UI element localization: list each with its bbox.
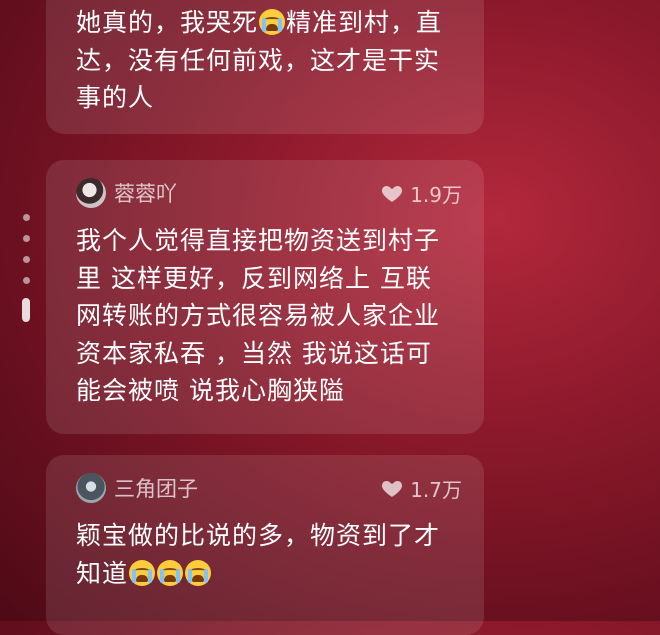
heart-icon — [382, 186, 403, 202]
comment-card[interactable]: 蓉蓉吖 1.9万 我个人觉得直接把物资送到村子里 这样更好，反到网络上 互联网转… — [46, 160, 484, 434]
crying-face-emoji-icon — [259, 9, 286, 35]
indicator-active-bar[interactable] — [22, 298, 30, 322]
comment-header: 蓉蓉吖 1.9万 — [76, 176, 462, 210]
indicator-dot — [23, 214, 30, 221]
username[interactable]: 三角团子 — [114, 473, 198, 503]
heart-icon — [382, 481, 403, 497]
avatar[interactable] — [76, 473, 106, 503]
username[interactable]: 蓉蓉吖 — [114, 178, 177, 208]
like-button[interactable]: 1.7万 — [380, 474, 462, 503]
indicator-dot — [23, 235, 30, 242]
crying-face-emoji-icon — [129, 559, 156, 586]
comment-card[interactable]: 她真的，我哭死 精准到村，直达，没有任何前戏，这才是干实事的人 — [46, 0, 484, 134]
comment-text: 我个人觉得直接把物资送到村子里 这样更好，反到网络上 互联网转账的方式很容易被人… — [76, 226, 441, 405]
indicator-dot — [23, 277, 30, 284]
comment-header: 三角团子 1.7万 — [76, 471, 462, 505]
comment-text: 颖宝做的比说的多，物资到了才知道 — [76, 517, 454, 592]
comment-text: 她真的，我哭死 精准到村，直达，没有任何前戏，这才是干实事的人 — [76, 4, 454, 117]
page-indicator — [22, 214, 32, 322]
like-count: 1.7万 — [410, 477, 462, 502]
like-button[interactable]: 1.9万 — [380, 179, 462, 208]
crying-face-emoji-icon — [185, 559, 212, 586]
comment-text-part: 她真的，我哭死 — [76, 8, 259, 37]
avatar[interactable] — [76, 178, 106, 208]
indicator-dot — [23, 256, 30, 263]
comment-card[interactable]: 三角团子 1.7万 颖宝做的比说的多，物资到了才知道 — [46, 455, 484, 635]
crying-face-emoji-icon — [157, 559, 184, 586]
like-count: 1.9万 — [410, 182, 462, 207]
